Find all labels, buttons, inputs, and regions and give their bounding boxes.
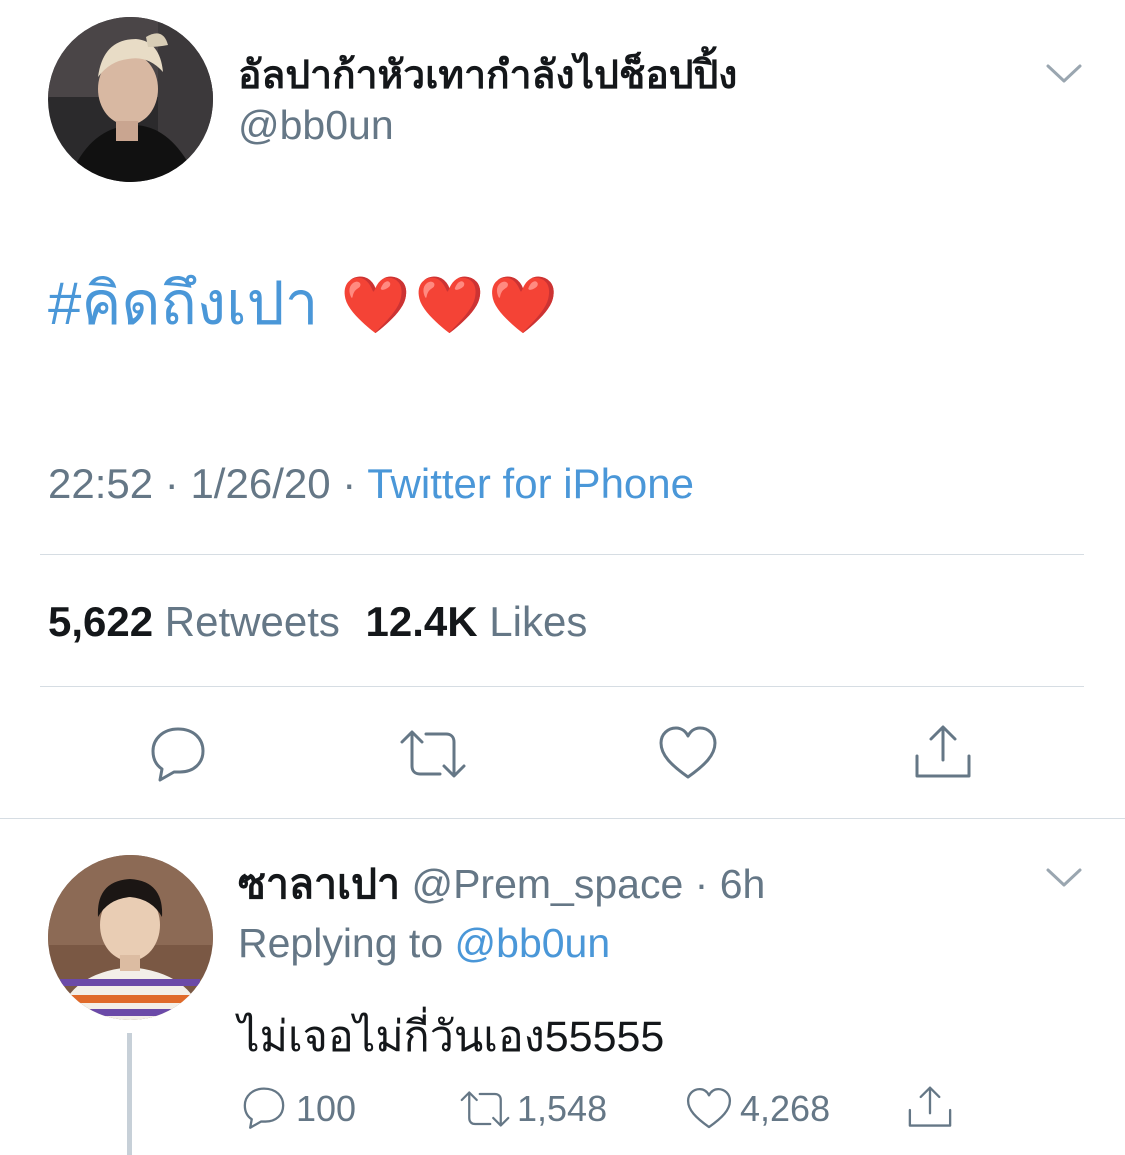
tweet-source-link[interactable]: Twitter for iPhone bbox=[367, 460, 694, 507]
retweet-count: 5,622 bbox=[48, 598, 154, 645]
reply-handle[interactable]: @Prem_space bbox=[411, 861, 683, 907]
reply-display-name[interactable]: ซาลาเปา bbox=[238, 861, 400, 907]
reply-age: 6h bbox=[719, 861, 766, 907]
tweet-time: 22:52 bbox=[48, 460, 154, 507]
reply-text: ไม่เจอไม่กี่วันเอง55555 bbox=[238, 1013, 665, 1061]
like-icon[interactable] bbox=[685, 1086, 733, 1131]
reply-icon[interactable] bbox=[148, 723, 208, 783]
tweet-date: 1/26/20 bbox=[190, 460, 331, 507]
hashtag-link[interactable]: #คิดถึงเปา bbox=[48, 270, 318, 337]
tweet-stats: 5,622 Retweets 12.4K Likes bbox=[48, 598, 587, 646]
replying-prefix: Replying to bbox=[238, 920, 444, 966]
divider bbox=[40, 554, 1084, 555]
meta-separator: · bbox=[342, 460, 357, 507]
like-count: 4,268 bbox=[740, 1088, 831, 1129]
tweet-meta: 22:52 · 1/26/20 · Twitter for iPhone bbox=[48, 460, 694, 508]
replying-to: Replying to @bb0un bbox=[238, 920, 610, 967]
author-avatar[interactable] bbox=[48, 17, 213, 182]
share-icon[interactable] bbox=[912, 722, 974, 782]
reply-header: ซาลาเปา @Prem_space · 6h bbox=[238, 852, 765, 917]
retweet-label: Retweets bbox=[164, 598, 340, 645]
heart-emojis: ❤️❤️❤️ bbox=[340, 273, 563, 336]
chevron-down-icon[interactable] bbox=[1044, 866, 1084, 890]
like-count: 12.4K bbox=[365, 598, 478, 645]
retweet-icon[interactable] bbox=[398, 726, 468, 782]
author-handle[interactable]: @bb0un bbox=[238, 102, 394, 149]
chevron-down-icon[interactable] bbox=[1044, 62, 1084, 86]
author-display-name[interactable]: อัลปาก้าหัวเทากำลังไปช็อปปิ้ง bbox=[238, 44, 737, 106]
reply-icon[interactable] bbox=[240, 1084, 288, 1130]
reply-author-avatar[interactable] bbox=[48, 855, 213, 1020]
thread-line bbox=[127, 1033, 132, 1155]
retweet-count: 1,548 bbox=[517, 1088, 608, 1129]
retweets-stat[interactable]: 5,622 Retweets bbox=[48, 598, 352, 645]
reply-separator: · bbox=[694, 861, 709, 907]
divider bbox=[40, 686, 1084, 687]
meta-separator: · bbox=[164, 460, 179, 507]
like-label: Likes bbox=[489, 598, 588, 645]
replying-handle-link[interactable]: @bb0un bbox=[455, 920, 611, 966]
like-icon[interactable] bbox=[657, 724, 719, 782]
reply-count: 100 bbox=[296, 1088, 357, 1129]
likes-stat[interactable]: 12.4K Likes bbox=[366, 598, 588, 645]
retweet-icon[interactable] bbox=[457, 1088, 513, 1130]
section-divider bbox=[0, 818, 1125, 819]
share-icon[interactable] bbox=[906, 1083, 954, 1131]
tweet-text: #คิดถึงเปา ❤️❤️❤️ bbox=[48, 256, 562, 351]
